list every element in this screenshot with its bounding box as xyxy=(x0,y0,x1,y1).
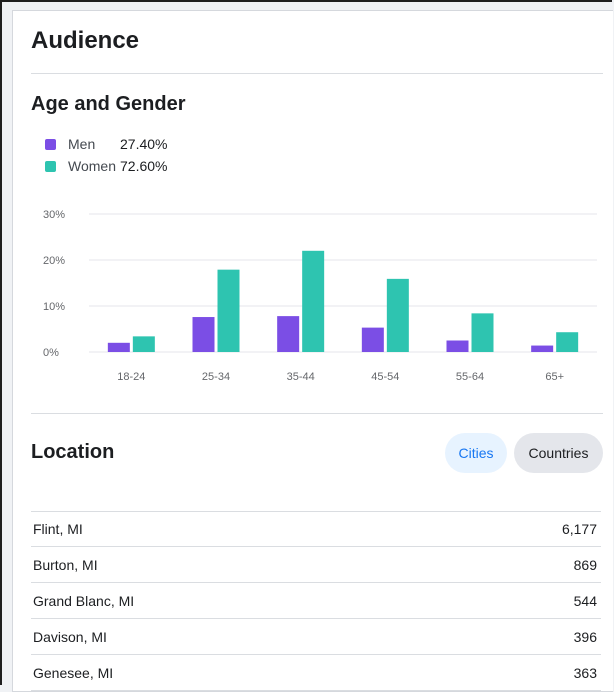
y-tick-label: 10% xyxy=(43,301,65,313)
age-gender-chart: 0% 10% 20% 30% 18-24 25-34 35-44 45-54 55-64 65+ xyxy=(31,196,601,396)
divider xyxy=(31,413,603,414)
bar-chart-svg: 0% 10% 20% 30% 18-24 25-34 35-44 45-54 55-64 65+ xyxy=(43,209,597,383)
location-name: Davison, MI xyxy=(33,628,107,645)
bar-women xyxy=(556,332,579,352)
bar-men xyxy=(361,327,384,352)
x-tick-label: 18-24 xyxy=(117,371,145,383)
legend-item-women: Women 72.60% xyxy=(45,155,167,177)
location-list: Flint, MI 6,177 Burton, MI 869 Grand Bla… xyxy=(31,511,601,691)
y-tick-label: 30% xyxy=(43,209,65,221)
x-tick-label: 25-34 xyxy=(202,371,230,383)
bar-men xyxy=(446,340,469,352)
bar-men xyxy=(277,316,300,352)
audience-title: Audience xyxy=(31,27,140,54)
location-count: 544 xyxy=(573,592,597,609)
location-name: Grand Blanc, MI xyxy=(33,592,135,609)
legend-label: Women xyxy=(68,158,116,174)
legend-swatch-men xyxy=(45,138,56,150)
location-count: 869 xyxy=(573,556,597,573)
location-row: Burton, MI 869 xyxy=(31,547,601,583)
countries-toggle-button[interactable]: Countries xyxy=(514,433,603,473)
location-count: 363 xyxy=(573,664,597,681)
y-tick-label: 20% xyxy=(43,255,65,267)
location-count: 396 xyxy=(573,628,597,645)
legend-value: 72.60% xyxy=(120,158,168,174)
bar-women xyxy=(302,250,325,352)
x-tick-label: 45-54 xyxy=(371,371,399,383)
x-tick-label: 55-64 xyxy=(456,371,484,383)
bar-men xyxy=(531,345,554,352)
bar-women xyxy=(217,269,240,352)
age-gender-title: Age and Gender xyxy=(31,93,186,115)
bar-women xyxy=(386,278,409,352)
divider xyxy=(31,73,603,74)
location-name: Flint, MI xyxy=(33,521,83,537)
x-tick-label: 35-44 xyxy=(287,371,315,383)
location-name: Genesee, MI xyxy=(33,664,114,681)
audience-card: Audience Age and Gender Men 27.40% Women… xyxy=(12,10,613,692)
bar-women xyxy=(471,313,494,352)
location-title: Location xyxy=(31,441,115,463)
chart-legend: Men 27.40% Women 72.60% xyxy=(45,133,167,177)
x-tick-label: 65+ xyxy=(545,371,564,383)
legend-label: Men xyxy=(68,136,96,152)
bar-men xyxy=(107,342,130,352)
cities-toggle-button[interactable]: Cities xyxy=(445,433,507,473)
location-row: Genesee, MI 363 xyxy=(31,655,601,691)
legend-swatch-women xyxy=(45,160,56,172)
location-name: Burton, MI xyxy=(33,556,98,573)
location-row: Flint, MI 6,177 xyxy=(31,511,601,547)
location-row: Davison, MI 396 xyxy=(31,619,601,655)
y-tick-label: 0% xyxy=(43,347,59,359)
bar-men xyxy=(192,317,215,352)
legend-value: 27.40% xyxy=(120,136,168,152)
location-row: Grand Blanc, MI 544 xyxy=(31,583,601,619)
legend-item-men: Men 27.40% xyxy=(45,133,167,155)
bar-women xyxy=(132,336,155,352)
location-count: 6,177 xyxy=(561,521,597,537)
